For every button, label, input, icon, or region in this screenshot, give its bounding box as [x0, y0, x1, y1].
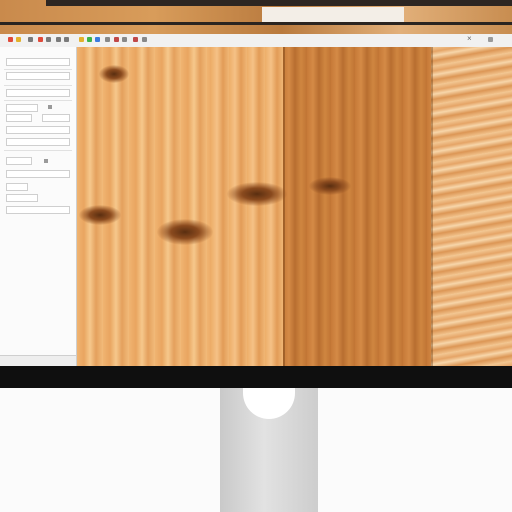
panel-field-5[interactable] [6, 114, 32, 122]
app-toolbar: × [0, 34, 512, 48]
toolbar-tool-icon-1[interactable] [79, 37, 84, 42]
wood-texture-canvas[interactable] [77, 47, 512, 366]
panel-field-2[interactable] [6, 72, 70, 80]
panel-field-8[interactable] [6, 138, 70, 146]
panel-divider [4, 69, 72, 70]
toolbar-tool-icon-6[interactable] [122, 37, 127, 42]
panel-divider [4, 85, 72, 86]
toolbar-tool-icon-2[interactable] [87, 37, 92, 42]
monitor-screen: × [0, 34, 512, 366]
monitor-bezel [0, 366, 512, 388]
panel-field-3[interactable] [6, 89, 70, 97]
toolbar-cut-icon[interactable] [56, 37, 61, 42]
wood-plank-2 [211, 47, 283, 366]
panel-swatch-icon[interactable] [44, 159, 48, 163]
wood-knot [309, 177, 351, 195]
toolbar-folder-icon[interactable] [16, 37, 21, 42]
panel-field-4[interactable] [6, 104, 38, 112]
wood-endgrain-plank [431, 47, 512, 366]
plank-seam [283, 47, 285, 366]
panel-field-10[interactable] [6, 170, 70, 178]
toolbar-tool-icon-7[interactable] [133, 37, 138, 42]
plank-seam [431, 47, 433, 366]
panel-field-12[interactable] [6, 194, 38, 202]
toolbar-copy-icon[interactable] [64, 37, 69, 42]
panel-field-9[interactable] [6, 157, 32, 165]
toolbar-redo-icon[interactable] [46, 37, 51, 42]
panel-field-6[interactable] [42, 114, 70, 122]
toolbar-save-icon[interactable] [28, 37, 33, 42]
wood-knot [157, 219, 213, 245]
panel-field-11[interactable] [6, 183, 28, 191]
panel-field-1[interactable] [6, 58, 70, 66]
panel-toggle-icon[interactable] [48, 105, 52, 109]
wood-knot [99, 65, 129, 83]
panel-field-7[interactable] [6, 126, 70, 134]
background-light-panel [262, 7, 404, 23]
toolbar-tool-icon-5[interactable] [114, 37, 119, 42]
wood-plank-3 [283, 47, 431, 366]
panel-divider [4, 100, 72, 101]
panel-divider [4, 150, 72, 151]
background-wood-strip [0, 0, 512, 34]
background-rail [0, 22, 512, 25]
toolbar-file-icon[interactable] [8, 37, 13, 42]
toolbar-tool-icon-4[interactable] [105, 37, 110, 42]
wood-knot [79, 205, 121, 225]
panel-footer [0, 355, 76, 366]
properties-panel [0, 47, 77, 366]
background-dark-edge [46, 0, 512, 6]
panel-dropdown[interactable] [6, 206, 70, 214]
close-icon[interactable]: × [467, 34, 472, 43]
wood-knot [227, 182, 287, 206]
toolbar-tool-icon-8[interactable] [142, 37, 147, 42]
toolbar-tool-icon-3[interactable] [95, 37, 100, 42]
window-menu-icon[interactable] [488, 37, 493, 42]
toolbar-undo-icon[interactable] [38, 37, 43, 42]
